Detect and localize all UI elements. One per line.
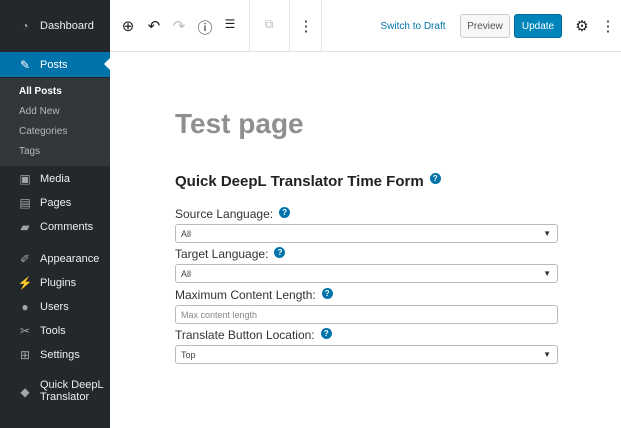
- redo-icon[interactable]: ↷: [170, 17, 188, 35]
- dashboard-icon: ◔: [21, 19, 29, 33]
- sidebar-item-dashboard[interactable]: ◔ Dashboard: [0, 14, 110, 38]
- deepl-label: Quick DeepL Translator: [40, 379, 104, 403]
- divider: [289, 0, 290, 52]
- source-language-label: Source Language:?: [175, 207, 291, 221]
- divider: [321, 0, 322, 52]
- more-tools-icon[interactable]: ⋮: [297, 17, 315, 35]
- help-icon[interactable]: ?: [274, 247, 286, 258]
- preview-button[interactable]: Preview: [460, 14, 510, 38]
- sidebar-item-plugins[interactable]: ⚡ Plugins: [0, 271, 110, 295]
- more-menu-icon[interactable]: ⋮: [599, 17, 617, 35]
- sidebar-item-comments[interactable]: ▰ Comments: [0, 215, 110, 239]
- settings-icon: ⊞: [19, 348, 31, 362]
- outline-icon[interactable]: ☰: [221, 17, 239, 31]
- help-icon[interactable]: ?: [279, 207, 291, 218]
- sidebar-item-users[interactable]: ● Users: [0, 295, 110, 319]
- comments-icon: ▰: [20, 220, 30, 234]
- max-content-length-input[interactable]: Max content length: [175, 305, 558, 324]
- dropdown-arrow-icon: ▼: [543, 229, 551, 238]
- admin-sidebar: ◔ Dashboard ✎ Posts All Posts Add New Cate…: [0, 0, 110, 428]
- submenu-all-posts[interactable]: All Posts: [19, 86, 62, 97]
- sidebar-item-pages[interactable]: ▤ Pages: [0, 191, 110, 215]
- sidebar-item-quick-deepl[interactable]: ◆ Quick DeepL Translator: [0, 379, 110, 409]
- users-icon: ●: [21, 300, 29, 314]
- submenu-categories[interactable]: Categories: [19, 126, 67, 137]
- switch-to-draft-button[interactable]: Switch to Draft: [378, 14, 448, 38]
- divider: [249, 0, 250, 52]
- plugins-icon: ⚡: [17, 276, 33, 290]
- tools-icon: ✂: [19, 324, 31, 338]
- target-language-select[interactable]: All ▼: [175, 264, 558, 283]
- appearance-icon: ✐: [19, 252, 31, 266]
- page-title[interactable]: Test page: [175, 108, 304, 140]
- sidebar-item-tools[interactable]: ✂ Tools: [0, 319, 110, 343]
- sidebar-item-media[interactable]: ▣ Media: [0, 167, 110, 191]
- help-icon[interactable]: ?: [429, 173, 441, 184]
- source-language-select[interactable]: All ▼: [175, 224, 558, 243]
- editor-toolbar: ⊕ ↶ ↷ ⓘ ☰ ⧉ ⋮ Switch to Draft Preview Up…: [110, 0, 621, 52]
- help-icon[interactable]: ?: [320, 328, 332, 339]
- translate-button-location-label: Translate Button Location:?: [175, 328, 332, 342]
- translate-button-location-select[interactable]: Top ▼: [175, 345, 558, 364]
- translate-icon[interactable]: ⧉: [260, 17, 278, 32]
- dropdown-arrow-icon: ▼: [543, 350, 551, 359]
- undo-icon[interactable]: ↶: [145, 17, 163, 35]
- sidebar-item-appearance[interactable]: ✐ Appearance: [0, 247, 110, 271]
- max-content-length-label: Maximum Content Length:?: [175, 288, 333, 302]
- settings-gear-icon[interactable]: ⚙: [573, 17, 591, 35]
- current-arrow: [104, 58, 110, 70]
- deepl-icon: ◆: [20, 385, 30, 399]
- submenu-add-new[interactable]: Add New: [19, 106, 60, 117]
- sidebar-item-posts[interactable]: ✎ Posts: [0, 52, 110, 77]
- pin-icon: ✎: [19, 57, 31, 72]
- help-icon[interactable]: ?: [321, 288, 333, 299]
- pages-icon: ▤: [19, 196, 31, 210]
- dropdown-arrow-icon: ▼: [543, 269, 551, 278]
- media-icon: ▣: [19, 172, 31, 186]
- posts-submenu: All Posts Add New Categories Tags: [0, 78, 110, 166]
- form-title: Quick DeepL Translator Time Form?: [175, 173, 441, 190]
- info-icon[interactable]: ⓘ: [196, 17, 214, 38]
- sidebar-item-settings[interactable]: ⊞ Settings: [0, 343, 110, 367]
- add-block-icon[interactable]: ⊕: [119, 17, 137, 35]
- submenu-tags[interactable]: Tags: [19, 146, 40, 157]
- update-button[interactable]: Update: [514, 14, 562, 38]
- target-language-label: Target Language:?: [175, 247, 286, 261]
